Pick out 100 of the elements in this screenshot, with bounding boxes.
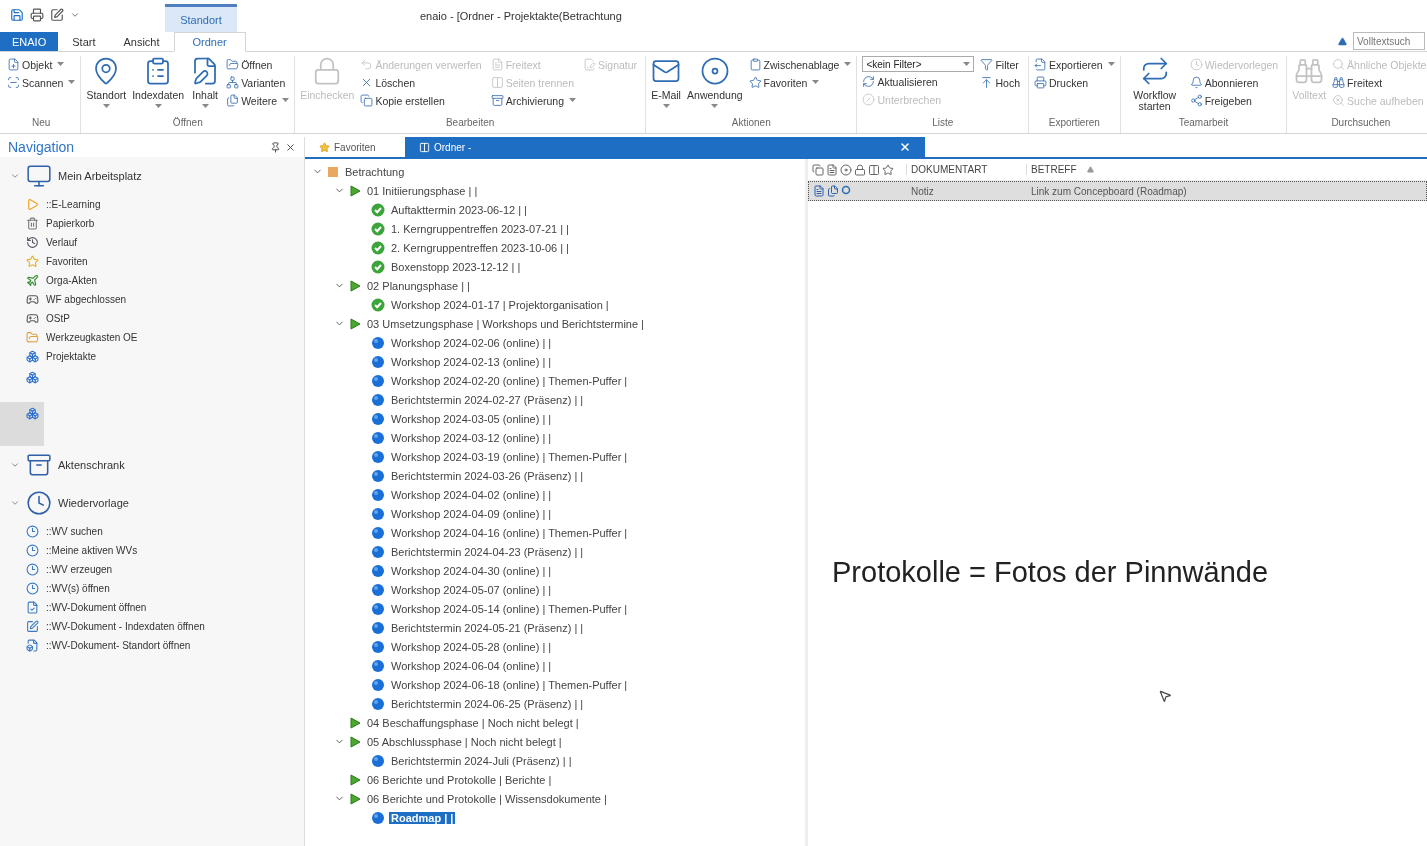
ribbon-button[interactable]: Abonnieren — [1189, 74, 1282, 91]
nav-item[interactable]: Werkzeugkasten OE — [0, 328, 304, 347]
tree-item[interactable]: Workshop 2024-05-07 (online) | | — [389, 583, 554, 596]
ribbon-button[interactable]: Freitext — [1332, 74, 1427, 91]
filter-dropdown[interactable]: <kein Filter> — [862, 56, 975, 72]
tree-item[interactable]: Workshop 2024-01-17 | Projektorganisation | — [389, 298, 611, 311]
ribbon-button[interactable]: Öffnen — [226, 56, 290, 73]
ribbon-button[interactable]: Freigeben — [1189, 92, 1282, 109]
column-icon[interactable] — [826, 163, 838, 176]
tree-item[interactable]: Workshop 2024-04-30 (online) | | — [389, 564, 554, 577]
ribbon-button[interactable]: Archivierung — [490, 92, 577, 109]
tree-item[interactable]: 02 Planungsphase | | — [365, 279, 472, 292]
tree-item[interactable]: Workshop 2024-03-12 (online) | | — [389, 431, 554, 444]
tree-item[interactable]: Berichtstermin 2024-05-21 (Präsenz) | | — [389, 621, 586, 634]
section-title[interactable]: Mein Arbeitsplatz — [58, 170, 142, 182]
ribbon-button[interactable]: Drucken — [1033, 74, 1115, 91]
tree-item[interactable]: Workshop 2024-06-04 (online) | | — [389, 659, 554, 672]
column-icon[interactable] — [868, 163, 880, 176]
edit-icon[interactable] — [50, 8, 64, 22]
nav-item[interactable]: ::WV-Dokument - Indexdaten öffnen — [0, 617, 304, 636]
tree-item[interactable]: Workshop 2024-05-28 (online) | | — [389, 640, 554, 653]
ribbon-button[interactable]: Standort — [86, 56, 127, 109]
nav-item[interactable]: ::WV-Dokument- Standort öffnen — [0, 636, 304, 655]
nav-item[interactable]: Papierkorb — [0, 214, 304, 233]
nav-item[interactable]: ::WV suchen — [0, 522, 304, 541]
pin-icon[interactable] — [270, 141, 281, 153]
column-header[interactable]: BETREFF — [1026, 164, 1326, 175]
section-title[interactable]: Aktenschrank — [58, 459, 125, 471]
expand-icon[interactable] — [10, 460, 20, 470]
ribbon-tab[interactable]: Ansicht — [109, 32, 174, 51]
tree-item[interactable]: Boxenstopp 2023-12-12 | | — [389, 260, 523, 273]
ribbon-button[interactable]: Favoriten — [748, 74, 852, 91]
nav-item[interactable]: ::WV(s) öffnen — [0, 579, 304, 598]
ribbon-button[interactable]: Workflow starten — [1125, 56, 1184, 115]
ribbon-button[interactable]: Varianten — [226, 74, 290, 91]
column-icon[interactable] — [854, 163, 866, 176]
caret-icon[interactable] — [70, 10, 80, 20]
expand-icon[interactable] — [10, 498, 20, 508]
nav-item[interactable]: ::E-Learning — [0, 195, 304, 214]
nav-item[interactable]: ::WV-Dokument öffnen — [0, 598, 304, 617]
ribbon-button[interactable]: Filter — [980, 56, 1023, 73]
tree-item[interactable]: Workshop 2024-05-14 (online) | Themen-Puffer | — [389, 602, 630, 615]
nav-item[interactable]: WF abgechlossen — [0, 290, 304, 309]
ribbon-button[interactable]: Scannen — [7, 74, 76, 91]
ribbon-button[interactable]: Aktualisieren — [862, 73, 975, 90]
nav-item[interactable]: ::WV erzeugen — [0, 560, 304, 579]
ribbon-button[interactable]: Indexdaten — [132, 56, 185, 109]
ribbon-button[interactable]: Kopie erstellen — [360, 92, 485, 109]
tree-item[interactable]: Workshop 2024-02-13 (online) | | — [389, 355, 554, 368]
fulltext-search-field[interactable]: Volltextsuch — [1353, 32, 1425, 50]
tree-item[interactable]: 1. Kerngruppentreffen 2023-07-21 | | — [389, 222, 571, 235]
tree-item[interactable]: Workshop 2024-04-09 (online) | | — [389, 507, 554, 520]
tree-item[interactable]: 06 Berichte und Protokolle | Wissensdokumente | — [365, 792, 609, 805]
nav-item[interactable]: ::Meine aktiven WVs — [0, 541, 304, 560]
nav-item[interactable]: OStP — [0, 309, 304, 328]
tree-item[interactable]: Workshop 2024-04-16 (online) | Themen-Puffer | — [389, 526, 630, 539]
ribbon-button[interactable]: Exportieren — [1033, 56, 1115, 73]
tree-item[interactable]: Berichtstermin 2024-06-25 (Präsenz) | | — [389, 697, 586, 710]
close-icon[interactable] — [285, 141, 296, 153]
column-icon[interactable] — [812, 163, 824, 176]
tree-item[interactable]: 06 Berichte und Protokolle | Berichte | — [365, 773, 554, 786]
tree-item[interactable]: Workshop 2024-02-20 (online) | Themen-Puffer | — [389, 374, 630, 387]
tree-item[interactable]: Workshop 2024-03-05 (online) | | — [389, 412, 554, 425]
tree-item[interactable]: 03 Umsetzungsphase | Workshops und Berichtstermine | — [365, 317, 646, 330]
tree-item[interactable]: Berichtstermin 2024-Juli (Präsenz) | | — [389, 754, 574, 767]
nav-item[interactable]: Orga-Akten — [0, 271, 304, 290]
ribbon-tab[interactable]: Start — [58, 32, 110, 51]
tree-item[interactable]: Workshop 2024-02-06 (online) | | — [389, 336, 554, 349]
document-tab[interactable]: Favoriten — [305, 137, 405, 157]
collapse-ribbon-icon[interactable] — [1338, 37, 1347, 46]
ribbon-button[interactable]: Hoch — [980, 74, 1023, 91]
column-header[interactable]: DOKUMENTART — [906, 164, 1026, 175]
ribbon-button[interactable]: Zwischenablage — [748, 56, 852, 73]
expand-icon[interactable] — [10, 171, 20, 181]
nav-item[interactable]: Projektakte — [0, 347, 304, 366]
tree-item[interactable]: Berichtstermin 2024-02-27 (Präsenz) | | — [389, 393, 586, 406]
ribbon-button[interactable]: Inhalt — [190, 56, 221, 109]
tree-item[interactable]: 04 Beschaffungsphase | Noch nicht belegt | — [365, 716, 581, 729]
ribbon-tab[interactable]: Ordner — [173, 32, 246, 52]
ribbon-button[interactable]: E-Mail — [651, 56, 682, 109]
tree-item[interactable]: 05 Abschlussphase | Noch nicht belegt | — [365, 735, 564, 748]
tree-item[interactable]: Berichtstermin 2024-04-23 (Präsenz) | | — [389, 545, 586, 558]
section-title[interactable]: Wiedervorlage — [58, 497, 129, 509]
tree-item[interactable]: 2. Kerngruppentreffen 2023-10-06 | | — [389, 241, 571, 254]
save-icon[interactable] — [10, 8, 24, 22]
file-tab[interactable]: ENAIO — [0, 32, 59, 51]
tree-item[interactable]: Auftakttermin 2023-06-12 | | — [389, 203, 529, 216]
ribbon-button[interactable]: Löschen — [360, 74, 485, 91]
nav-item[interactable]: Favoriten — [0, 252, 304, 271]
document-row[interactable]: Notiz Link zum Concepboard (Roadmap) — [808, 181, 1427, 201]
document-tab[interactable]: Ordner - — [405, 137, 925, 157]
tree-item[interactable]: Berichtstermin 2024-03-26 (Präsenz) | | — [389, 469, 586, 482]
tree-item[interactable]: Workshop 2024-04-02 (online) | | — [389, 488, 554, 501]
tree-item[interactable]: Workshop 2024-03-19 (online) | Themen-Puffer | — [389, 450, 630, 463]
close-icon[interactable] — [899, 141, 911, 153]
column-icon[interactable] — [840, 163, 852, 176]
tree-item[interactable]: Betrachtung — [343, 165, 407, 178]
ribbon-button[interactable]: Objekt — [7, 56, 76, 73]
ribbon-button[interactable]: Weitere — [226, 92, 290, 109]
printer-icon[interactable] — [30, 8, 44, 22]
